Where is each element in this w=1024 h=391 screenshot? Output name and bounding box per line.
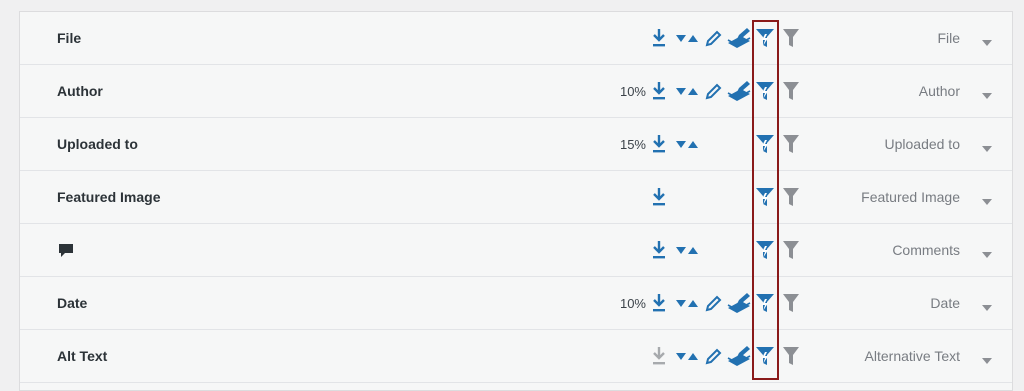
- sort-icon[interactable]: [675, 26, 699, 50]
- column-header-name: Date: [930, 295, 960, 311]
- caret-down-icon[interactable]: [982, 299, 992, 311]
- sort-icon[interactable]: [675, 132, 699, 156]
- download-icon[interactable]: [650, 238, 668, 262]
- caret-down-icon[interactable]: [982, 193, 992, 205]
- filter-icon[interactable]: [781, 132, 801, 156]
- column-row-alt-text: Alt Text Alternative Text: [20, 330, 1012, 383]
- column-width-percent: 10%: [619, 84, 646, 99]
- column-label: Author: [57, 83, 103, 99]
- download-icon[interactable]: [650, 132, 668, 156]
- caret-down-icon[interactable]: [982, 352, 992, 364]
- column-row-featured-image: Featured Image Featured Image: [20, 171, 1012, 224]
- bulk-edit-icon[interactable]: [726, 26, 752, 50]
- column-header-name: Uploaded to: [884, 136, 960, 152]
- download-icon[interactable]: [650, 291, 668, 315]
- comment-icon: [58, 242, 74, 258]
- column-header-name: Alternative Text: [864, 348, 960, 364]
- sort-icon[interactable]: [675, 291, 699, 315]
- column-label: Featured Image: [57, 189, 161, 205]
- column-row-date: Date 10% Date: [20, 277, 1012, 330]
- caret-down-icon[interactable]: [982, 246, 992, 258]
- filter-icon[interactable]: [781, 26, 801, 50]
- column-label: Uploaded to: [57, 136, 138, 152]
- column-row-author: Author 10% Author: [20, 65, 1012, 118]
- pencil-icon[interactable]: [704, 79, 722, 103]
- column-header-name: File: [937, 30, 960, 46]
- column-width-percent: 15%: [619, 137, 646, 152]
- smart-filter-highlight-box: [752, 20, 779, 380]
- caret-down-icon[interactable]: [982, 87, 992, 99]
- filter-icon[interactable]: [781, 291, 801, 315]
- caret-down-icon[interactable]: [982, 34, 992, 46]
- filter-icon[interactable]: [781, 344, 801, 368]
- bulk-edit-icon[interactable]: [726, 344, 752, 368]
- column-row-comments: Comments: [20, 224, 1012, 277]
- sort-icon[interactable]: [675, 79, 699, 103]
- pencil-icon[interactable]: [704, 26, 722, 50]
- sort-icon[interactable]: [675, 238, 699, 262]
- column-width-percent: 10%: [619, 296, 646, 311]
- column-header-name: Featured Image: [861, 189, 960, 205]
- download-icon[interactable]: [650, 79, 668, 103]
- sort-icon[interactable]: [675, 344, 699, 368]
- bulk-edit-icon[interactable]: [726, 291, 752, 315]
- filter-icon[interactable]: [781, 238, 801, 262]
- caret-down-icon[interactable]: [982, 140, 992, 152]
- filter-icon[interactable]: [781, 79, 801, 103]
- column-header-name: Comments: [892, 242, 960, 258]
- column-row-uploaded-to: Uploaded to 15% Uploaded to: [20, 118, 1012, 171]
- columns-panel: File File Author 10% Author Uploaded to …: [19, 11, 1013, 391]
- bulk-edit-icon[interactable]: [726, 79, 752, 103]
- column-header-name: Author: [918, 83, 960, 99]
- column-label: File: [57, 30, 82, 46]
- pencil-icon[interactable]: [704, 291, 722, 315]
- column-label: Date: [57, 295, 88, 311]
- download-icon[interactable]: [650, 344, 668, 368]
- column-row-file: File File: [20, 12, 1012, 65]
- filter-icon[interactable]: [781, 185, 801, 209]
- pencil-icon[interactable]: [704, 344, 722, 368]
- download-icon[interactable]: [650, 26, 668, 50]
- download-icon[interactable]: [650, 185, 668, 209]
- column-label: Alt Text: [57, 348, 108, 364]
